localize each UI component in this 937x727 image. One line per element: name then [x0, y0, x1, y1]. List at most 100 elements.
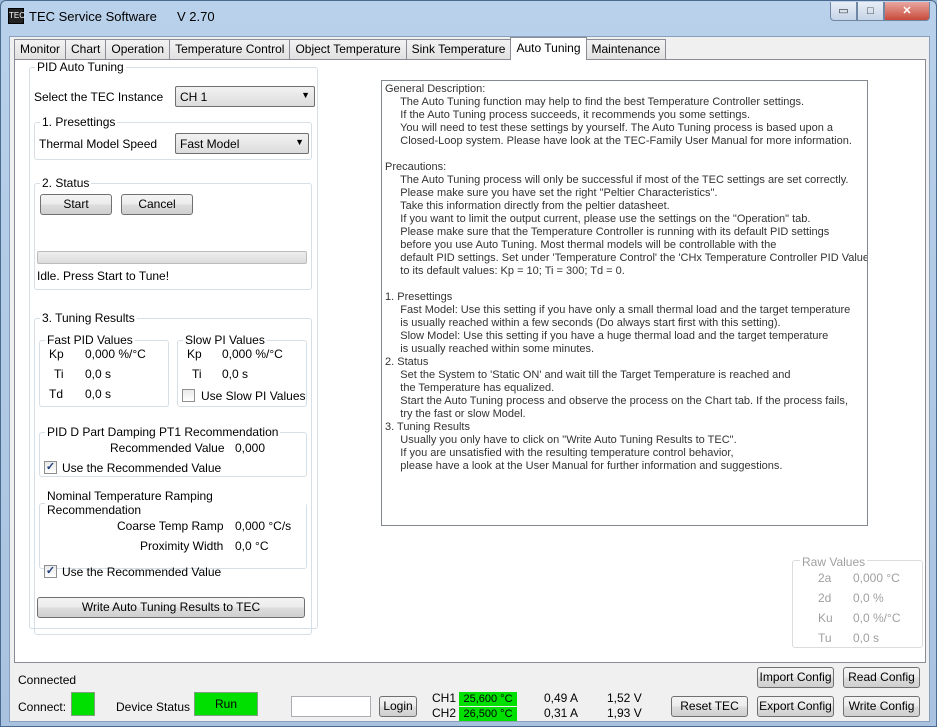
damping-title: PID D Part Damping PT1 Recommendation: [47, 425, 279, 439]
raw-2a-value: 0,000 °C: [853, 571, 900, 585]
raw-values-title: Raw Values: [800, 555, 868, 569]
status-group: 2. Status Start Cancel Idle. Press Start…: [34, 176, 312, 290]
proximity-width-label: Proximity Width: [140, 539, 224, 553]
fast-pid-title: Fast PID Values: [47, 333, 133, 347]
tuning-results-group: 3. Tuning Results Fast PID Values Kp 0,0…: [34, 311, 312, 635]
connect-label: Connect:: [18, 700, 67, 714]
connect-indicator[interactable]: [71, 692, 95, 716]
instance-label: Select the TEC Instance: [34, 90, 164, 104]
raw-2a-label: 2a: [818, 571, 832, 585]
app-icon: TEC: [8, 8, 25, 24]
write-config-button[interactable]: Write Config: [843, 696, 920, 717]
fast-kp-value: 0,000 %/°C: [85, 347, 146, 361]
login-button[interactable]: Login: [379, 696, 417, 717]
slow-pi-group: Slow PI Values Kp 0,000 %/°C Ti 0,0 s Us…: [177, 333, 307, 407]
general-description-textbox[interactable]: General Description: The Auto Tuning fun…: [381, 80, 868, 526]
ch2-label: CH2: [432, 706, 457, 720]
client-area: Monitor Chart Operation Temperature Cont…: [9, 36, 930, 722]
tab-sink-temperature[interactable]: Sink Temperature: [405, 39, 512, 60]
tab-temperature-control[interactable]: Temperature Control: [169, 39, 291, 60]
status-text: Idle. Press Start to Tune!: [37, 269, 170, 283]
raw-tu-value: 0,0 s: [853, 631, 880, 645]
maximize-button[interactable]: □: [857, 2, 884, 21]
coarse-ramp-label: Coarse Temp Ramp: [117, 519, 224, 533]
tab-strip: Monitor Chart Operation Temperature Cont…: [14, 37, 667, 60]
damping-group: PID D Part Damping PT1 Recommendation Re…: [39, 425, 307, 477]
tab-maintenance[interactable]: Maintenance: [585, 39, 667, 60]
ch1-current: 0,49 A: [544, 691, 579, 705]
instance-select[interactable]: CH 1 ▼: [175, 86, 315, 107]
presettings-group: 1. Presettings Thermal Model Speed Fast …: [34, 115, 312, 160]
raw-2d-label: 2d: [818, 591, 832, 605]
slow-ti-value: 0,0 s: [222, 367, 249, 381]
raw-2d-value: 0,0 %: [853, 591, 884, 605]
app-version: V 2.70: [177, 9, 215, 24]
thermal-speed-label: Thermal Model Speed: [39, 137, 158, 151]
slow-kp-label: Kp: [187, 347, 202, 361]
slow-kp-value: 0,000 %/°C: [222, 347, 283, 361]
damping-rec-label: Recommended Value: [110, 441, 225, 455]
presettings-title: 1. Presettings: [42, 115, 116, 129]
instance-select-value: CH 1: [180, 90, 208, 104]
chevron-down-icon: ▼: [295, 137, 304, 147]
fast-td-label: Td: [49, 387, 64, 401]
coarse-ramp-value: 0,000 °C/s: [235, 519, 292, 533]
export-config-button[interactable]: Export Config: [757, 696, 834, 717]
ramping-use-checkbox[interactable]: ✓: [44, 565, 57, 578]
fast-td-value: 0,0 s: [85, 387, 112, 401]
use-slow-pi-checkbox[interactable]: [182, 389, 195, 402]
use-slow-pi-label[interactable]: Use Slow PI Values: [201, 389, 306, 403]
device-status-label: Device Status: [116, 700, 191, 714]
connection-status-text: Connected: [18, 673, 77, 687]
device-status-indicator: Run: [194, 692, 258, 716]
cancel-button[interactable]: Cancel: [121, 194, 193, 215]
fast-kp-label: Kp: [49, 347, 64, 361]
auto-tuning-page: PID Auto Tuning Select the TEC Instance …: [14, 59, 926, 663]
fast-ti-label: Ti: [54, 367, 64, 381]
tab-monitor[interactable]: Monitor: [14, 39, 67, 60]
damping-use-label[interactable]: Use the Recommended Value: [62, 461, 221, 475]
window-title: TEC Service Software: [29, 9, 157, 24]
ramping-use-label[interactable]: Use the Recommended Value: [62, 565, 221, 579]
thermal-speed-select[interactable]: Fast Model ▼: [175, 133, 309, 154]
ch2-voltage: 1,93 V: [607, 706, 642, 720]
ch1-voltage: 1,52 V: [607, 691, 642, 705]
ch1-label: CH1: [432, 691, 457, 705]
tab-object-temperature[interactable]: Object Temperature: [289, 39, 407, 60]
damping-use-checkbox[interactable]: ✓: [44, 461, 57, 474]
damping-rec-value: 0,000: [235, 441, 266, 455]
chevron-down-icon: ▼: [301, 90, 310, 100]
reset-tec-button[interactable]: Reset TEC: [671, 696, 748, 717]
minimize-button[interactable]: ▭: [830, 2, 857, 21]
raw-tu-label: Tu: [818, 631, 832, 645]
tab-auto-tuning[interactable]: Auto Tuning: [510, 37, 587, 60]
import-config-button[interactable]: Import Config: [757, 667, 834, 688]
status-title: 2. Status: [42, 176, 90, 190]
title-bar[interactable]: TEC TEC Service Software V 2.70 ▭ □ ✕: [1, 1, 936, 31]
tuning-results-title: 3. Tuning Results: [42, 311, 135, 325]
ramping-group: Nominal Temperature Ramping Recommendati…: [39, 489, 307, 579]
app-window: TEC TEC Service Software V 2.70 ▭ □ ✕ Mo…: [0, 0, 937, 727]
start-button[interactable]: Start: [40, 194, 112, 215]
tuning-progress-bar: [37, 251, 307, 264]
slow-pi-title: Slow PI Values: [185, 333, 265, 347]
raw-ku-label: Ku: [818, 611, 833, 625]
ch2-current: 0,31 A: [544, 706, 579, 720]
password-input[interactable]: [291, 696, 371, 717]
ramping-title: Nominal Temperature Ramping Recommendati…: [47, 489, 213, 517]
write-auto-tuning-results-button[interactable]: Write Auto Tuning Results to TEC: [37, 597, 305, 618]
fast-pid-group: Fast PID Values Kp 0,000 %/°C Ti 0,0 s T…: [39, 333, 169, 407]
fast-ti-value: 0,0 s: [85, 367, 112, 381]
tab-chart[interactable]: Chart: [65, 39, 107, 60]
pid-auto-tuning-title: PID Auto Tuning: [37, 60, 124, 74]
ch2-temperature: 26,500 °C: [459, 707, 517, 721]
raw-ku-value: 0,0 %/°C: [853, 611, 901, 625]
ch1-temperature: 25,600 °C: [459, 692, 517, 706]
close-button[interactable]: ✕: [884, 2, 930, 21]
proximity-width-value: 0,0 °C: [235, 539, 269, 553]
thermal-speed-value: Fast Model: [180, 137, 240, 151]
tab-operation[interactable]: Operation: [105, 39, 171, 60]
raw-values-group: Raw Values 2a 0,000 °C 2d 0,0 % Ku 0,0 %…: [792, 555, 923, 648]
read-config-button[interactable]: Read Config: [843, 667, 920, 688]
slow-ti-label: Ti: [192, 367, 202, 381]
